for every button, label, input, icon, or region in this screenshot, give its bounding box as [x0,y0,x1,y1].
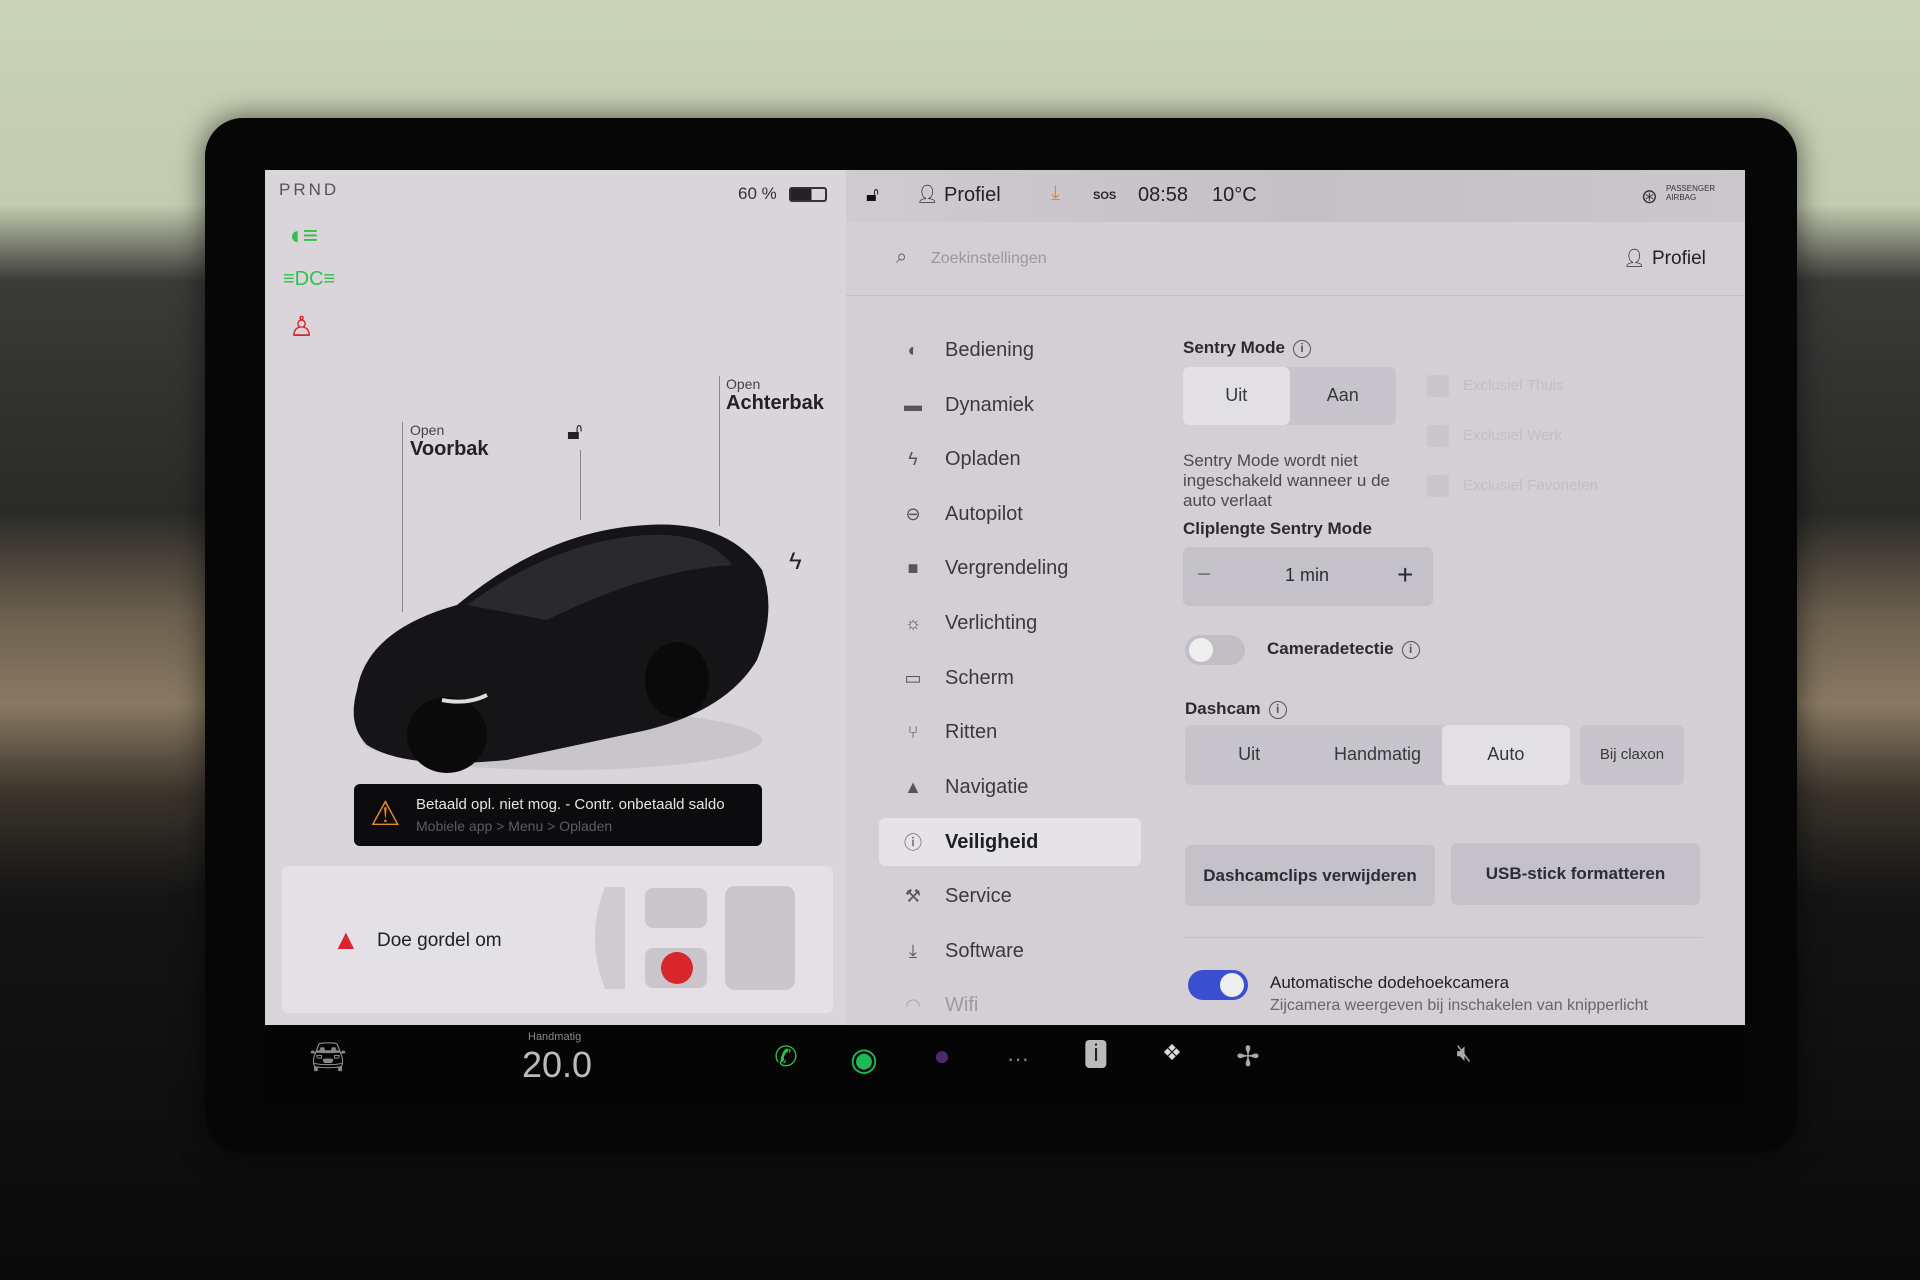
sentry-on-option[interactable]: Aan [1290,367,1397,425]
blindspot-camera-description: Zijcamera weergeven bij inschakelen van … [1270,997,1648,1014]
camera-icon[interactable]: ● [934,1040,951,1072]
increase-button[interactable]: + [1397,559,1413,591]
menu-item-wifi[interactable]: ◠ Wifi [879,981,1141,1025]
dashcam-title: Dashcam i [1185,699,1287,719]
menu-item-dynamiek[interactable]: ▬ Dynamiek [879,381,1141,429]
phone-icon[interactable]: ✆ [774,1040,797,1073]
car-image [353,524,769,773]
bottom-dock [265,1025,1745,1110]
frunk-button[interactable]: Voorbak [410,438,489,461]
charge-port-icon[interactable]: ϟ [789,548,802,576]
bolt-icon: ϟ [908,448,918,469]
menu-item-vergrendeling[interactable]: ■ Vergrendeling [879,544,1141,592]
menu-item-bediening[interactable]: ◐ Bediening [879,326,1141,374]
wifi-icon: ◠ [905,994,921,1015]
menu-item-ritten[interactable]: ⑂ Ritten [879,708,1141,756]
sentry-off-option[interactable]: Uit [1183,367,1290,425]
clip-length-title: Cliplengte Sentry Mode [1183,519,1372,538]
climate-mode: Handmatig [528,1031,582,1043]
parking-light-icon: ≡DC≡ [283,268,336,290]
delete-dashcam-clips-button[interactable]: Dashcamclips verwijderen [1185,845,1435,906]
battery-icon [789,187,827,202]
gear-indicator: PRND [279,180,340,199]
decrease-button[interactable]: − [1197,561,1211,589]
battery-percent: 60 % [738,184,777,203]
info-icon[interactable]: i [1268,700,1287,719]
alert-triangle-icon: ▲ [332,924,360,955]
exclude-favorites-checkbox[interactable]: Exclusief Favorieten [1427,475,1598,497]
steering-wheel-icon: ⊖ [905,503,921,524]
navigation-icon: ▲ [904,776,922,797]
camera-detection-label: Cameradetectie i [1267,639,1420,659]
menu-item-navigatie[interactable]: ▲ Navigatie [879,763,1141,811]
unlock-icon[interactable]: 🔓︎ [567,418,583,446]
more-apps-icon[interactable]: ··· [1007,1046,1029,1072]
clip-length-stepper: − 1 min + [1183,547,1433,606]
dashcam-selector: Uit Handmatig Auto [1185,725,1570,785]
trips-icon: ⑂ [907,721,919,742]
dashcam-manual-option[interactable]: Handmatig [1313,725,1441,785]
frunk-state: Open [410,422,445,438]
menu-item-autopilot[interactable]: ⊖ Autopilot [879,490,1141,538]
car-icon[interactable]: 🚘︎ [309,1040,347,1075]
menu-item-scherm[interactable]: ▭ Scherm [879,654,1141,702]
manual-info-icon[interactable]: i [1085,1040,1107,1068]
settings-menu: ◐ Bediening ▬ Dynamiek ϟ Opladen ⊖ Autopilot… [846,170,1146,1025]
download-icon: ⤓ [909,940,917,961]
light-icon: ☼ [904,612,922,633]
tidal-icon[interactable]: ❖ [1162,1040,1182,1066]
clip-length-value: 1 min [1285,565,1330,585]
safety-settings: Sentry Mode i Uit Aan Sentry Mode wordt n… [1183,170,1743,1025]
dashcam-auto-option[interactable]: Auto [1441,725,1570,785]
seatbelt-message: Doe gordel om [377,930,502,951]
headlight-icon: ◖≡ [287,220,318,250]
blindspot-camera-label: Automatische dodehoekcamera [1270,973,1510,992]
warning-icon: ⚠ [370,795,401,833]
info-icon[interactable]: i [1401,640,1420,659]
wrench-icon: ⚒ [904,885,922,906]
fan-icon[interactable]: ✢ [1236,1040,1259,1073]
seatbelt-warning-icon: ♙ [289,311,315,342]
lock-icon: ■ [907,557,919,578]
menu-item-software[interactable]: ⤓ Software [879,927,1141,975]
spotify-icon[interactable]: ◉ [850,1040,878,1078]
menu-item-opladen[interactable]: ϟ Opladen [879,435,1141,483]
trunk-state: Open [726,376,761,392]
charging-alert[interactable]: ⚠ Betaald opl. niet mog. - Contr. onbeta… [354,784,762,846]
exclude-home-checkbox[interactable]: Exclusief Thuis [1427,375,1564,397]
toggle-icon: ◐ [907,339,919,360]
touchscreen: PRND 60 % ◖≡ ≡DC≡ ♙ Open Voorbak 🔓︎ Open… [265,170,1745,1025]
menu-item-service[interactable]: ⚒ Service [879,872,1141,920]
car-icon: ▬ [904,394,922,415]
menu-item-veiligheid[interactable]: ⓘ Veiligheid [879,818,1141,866]
exclude-work-checkbox[interactable]: Exclusief Werk [1427,425,1562,447]
format-usb-button[interactable]: USB-stick formatteren [1451,843,1700,905]
seat-map-image [595,886,795,990]
menu-item-verlichting[interactable]: ☼ Verlichting [879,599,1141,647]
safety-icon: ⓘ [904,833,922,853]
sentry-mode-title: Sentry Mode i [1183,338,1312,358]
blindspot-camera-toggle[interactable] [1188,970,1248,1000]
camera-detection-toggle[interactable] [1185,635,1245,665]
mute-volume-icon[interactable]: 🔇︎ [1456,1040,1471,1068]
seatbelt-card: ▲ Doe gordel om [282,866,833,1013]
cabin-temperature[interactable]: 20.0 [522,1044,592,1086]
sentry-description: Sentry Mode wordt niet ingeschakeld wann… [1183,451,1390,510]
info-icon[interactable]: i [1293,339,1312,358]
dashcam-honk-option[interactable]: Bij claxon [1580,725,1684,785]
car-panel: PRND 60 % ◖≡ ≡DC≡ ♙ Open Voorbak 🔓︎ Open… [265,170,846,1025]
sentry-mode-selector: Uit Aan [1183,367,1396,425]
display-icon: ▭ [904,667,922,688]
trunk-button[interactable]: Achterbak [726,392,824,415]
dashcam-off-option[interactable]: Uit [1185,725,1313,785]
